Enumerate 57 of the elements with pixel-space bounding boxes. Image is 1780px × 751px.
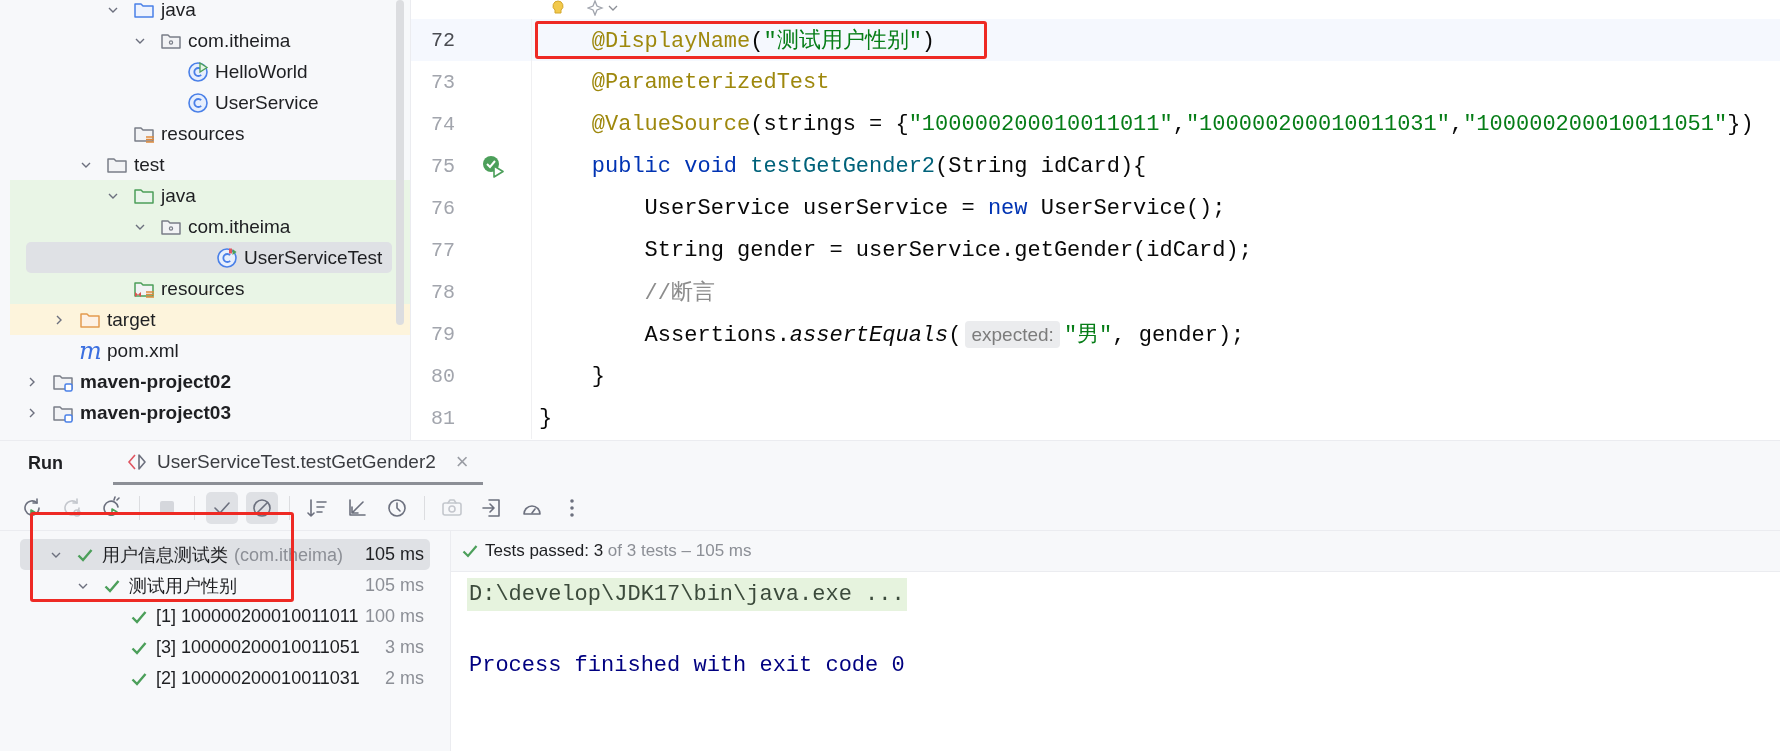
tree-item[interactable]: HelloWorld: [0, 56, 318, 87]
code-text: }: [539, 405, 553, 431]
duration-text: 2 ms: [385, 668, 425, 689]
code-text: Assertions.assertEquals( expected: "男", gender);: [643, 320, 1245, 349]
show-ignored-button[interactable]: [246, 491, 278, 524]
tree-item[interactable]: maven-project03: [0, 397, 241, 428]
line-number: 78: [430, 280, 455, 304]
maven-icon: m: [79, 338, 101, 363]
line-number: 72: [430, 28, 455, 52]
tree-item[interactable]: com.itheima: [0, 25, 301, 56]
line-number: 77: [430, 238, 455, 262]
show-passed-button[interactable]: [206, 491, 238, 524]
scrollbar[interactable]: [396, 0, 404, 325]
line-number: 74: [430, 112, 455, 136]
result-row[interactable]: [3] 100000200010011051 3 ms: [20, 632, 430, 663]
duration-text: 3 ms: [385, 637, 425, 658]
line-number: 73: [430, 70, 455, 94]
code-text: String gender = userService.getGender(idCard);: [643, 237, 1252, 263]
duration-text: 100 ms: [364, 606, 425, 627]
code-text: //断言: [643, 279, 716, 307]
tree-item[interactable]: maven-project02: [0, 366, 241, 397]
tree-item[interactable]: m pom.xml: [0, 335, 189, 366]
duration-text: 105 ms: [364, 575, 425, 596]
test-run-icon: [127, 452, 147, 471]
tree-item[interactable]: com.itheima: [0, 211, 301, 242]
tree-item[interactable]: java: [0, 0, 206, 25]
class-icon: [187, 91, 209, 114]
tree-item[interactable]: java: [0, 180, 206, 211]
line-number: 80: [430, 364, 455, 388]
code-text: @DisplayName("测试用户性别"): [590, 27, 936, 55]
line-number: 75: [430, 154, 455, 178]
code-text: @ValueSource(strings = {"100000200010011011","100000200010011031","100000200010011051"}): [590, 111, 1754, 137]
code-text: }: [590, 363, 605, 389]
result-row[interactable]: [1] 100000200010011011 100 ms: [20, 601, 430, 632]
more-icon: [570, 498, 574, 517]
code-text: UserService userService = new UserService();: [643, 195, 1226, 221]
line-number: 81: [430, 406, 455, 430]
code-text: @ParameterizedTest: [590, 69, 830, 95]
tree-item[interactable]: test: [0, 149, 175, 180]
line-number: 79: [430, 322, 455, 346]
tree-item[interactable]: UserServiceTest: [26, 242, 392, 273]
result-row[interactable]: 测试用户性别 105 ms: [20, 570, 430, 601]
result-row[interactable]: [2] 100000200010011031 2 ms: [20, 663, 430, 694]
run-tab[interactable]: UserServiceTest.testGetGender2 ×: [113, 441, 483, 485]
test-summary: Tests passed: 3 of 3 tests – 105 ms: [485, 541, 752, 561]
duration-text: 105 ms: [364, 544, 425, 565]
code-text: public void testGetGender2(String idCard){: [590, 153, 1147, 179]
runnable-class-icon: [187, 60, 209, 83]
tree-item[interactable]: UserService: [0, 87, 329, 118]
line-number: 76: [430, 196, 455, 220]
tree-item[interactable]: resources: [0, 118, 255, 149]
tree-item[interactable]: resources: [0, 273, 255, 304]
test-class-icon: [216, 246, 238, 269]
run-test-icon[interactable]: [481, 154, 505, 178]
tree-item[interactable]: target: [0, 304, 166, 335]
panel-title: Run: [28, 452, 63, 474]
console-line: Process finished with exit code 0: [468, 652, 906, 680]
